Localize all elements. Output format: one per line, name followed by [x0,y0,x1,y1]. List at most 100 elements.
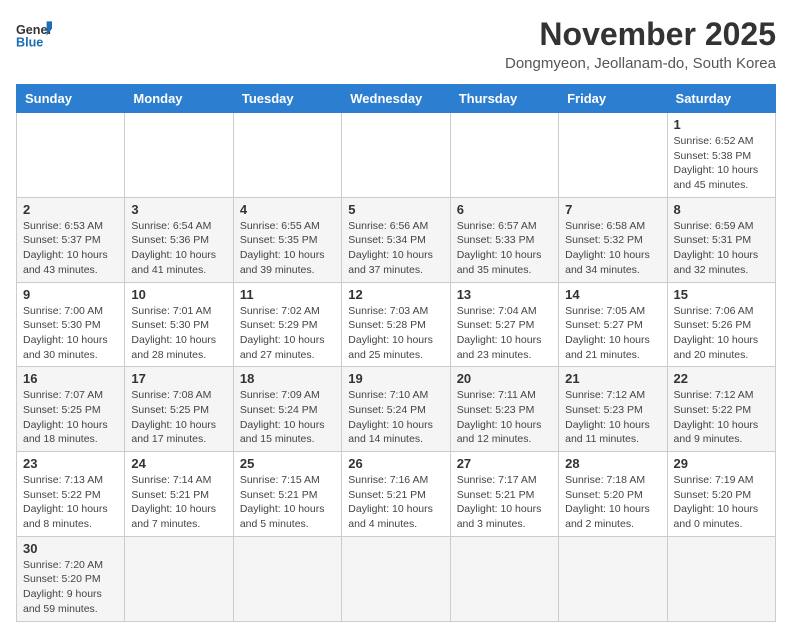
day-info: Sunrise: 7:05 AM Sunset: 5:27 PM Dayligh… [565,304,660,363]
table-row [342,536,450,621]
day-number: 22 [674,371,769,386]
day-number: 13 [457,287,552,302]
table-row: 22 Sunrise: 7:12 AM Sunset: 5:22 PM Dayli… [667,367,775,452]
table-row: 7Sunrise: 6:58 AM Sunset: 5:32 PM Daylig… [559,197,667,282]
table-row: 13 Sunrise: 7:04 AM Sunset: 5:27 PM Dayli… [450,282,558,367]
table-row: 27 Sunrise: 7:17 AM Sunset: 5:21 PM Dayli… [450,452,558,537]
day-info: Sunrise: 7:03 AM Sunset: 5:28 PM Dayligh… [348,304,443,363]
page-header: General Blue November 2025 Dongmyeon, Je… [16,16,776,72]
day-info: Sunrise: 7:17 AM Sunset: 5:21 PM Dayligh… [457,473,552,532]
table-row [342,113,450,198]
day-info: Sunrise: 6:56 AM Sunset: 5:34 PM Dayligh… [348,219,443,278]
table-row [125,536,233,621]
day-info: Sunrise: 7:14 AM Sunset: 5:21 PM Dayligh… [131,473,226,532]
table-row [233,113,341,198]
month-title: November 2025 [505,16,776,53]
day-number: 5 [348,202,443,217]
day-info: Sunrise: 6:55 AM Sunset: 5:35 PM Dayligh… [240,219,335,278]
day-number: 1 [674,117,769,132]
table-row [450,536,558,621]
day-info: Sunrise: 7:12 AM Sunset: 5:23 PM Dayligh… [565,388,660,447]
col-saturday: Saturday [667,85,775,113]
day-number: 12 [348,287,443,302]
table-row: 29Sunrise: 7:19 AM Sunset: 5:20 PM Dayli… [667,452,775,537]
day-number: 20 [457,371,552,386]
table-row: 25Sunrise: 7:15 AM Sunset: 5:21 PM Dayli… [233,452,341,537]
day-info: Sunrise: 6:52 AM Sunset: 5:38 PM Dayligh… [674,134,769,193]
day-info: Sunrise: 7:15 AM Sunset: 5:21 PM Dayligh… [240,473,335,532]
day-info: Sunrise: 7:19 AM Sunset: 5:20 PM Dayligh… [674,473,769,532]
day-info: Sunrise: 7:20 AM Sunset: 5:20 PM Dayligh… [23,558,118,617]
table-row: 24 Sunrise: 7:14 AM Sunset: 5:21 PM Dayli… [125,452,233,537]
table-row: 28Sunrise: 7:18 AM Sunset: 5:20 PM Dayli… [559,452,667,537]
day-number: 16 [23,371,118,386]
table-row: 20 Sunrise: 7:11 AM Sunset: 5:23 PM Dayli… [450,367,558,452]
logo-icon: General Blue [16,16,52,52]
table-row: 6Sunrise: 6:57 AM Sunset: 5:33 PM Daylig… [450,197,558,282]
table-row: 9 Sunrise: 7:00 AM Sunset: 5:30 PM Daylig… [17,282,125,367]
day-info: Sunrise: 7:13 AM Sunset: 5:22 PM Dayligh… [23,473,118,532]
day-info: Sunrise: 6:59 AM Sunset: 5:31 PM Dayligh… [674,219,769,278]
day-number: 17 [131,371,226,386]
table-row: 1 Sunrise: 6:52 AM Sunset: 5:38 PM Daylig… [667,113,775,198]
day-info: Sunrise: 7:16 AM Sunset: 5:21 PM Dayligh… [348,473,443,532]
day-info: Sunrise: 7:10 AM Sunset: 5:24 PM Dayligh… [348,388,443,447]
day-number: 23 [23,456,118,471]
table-row: 18 Sunrise: 7:09 AM Sunset: 5:24 PM Dayli… [233,367,341,452]
day-info: Sunrise: 6:54 AM Sunset: 5:36 PM Dayligh… [131,219,226,278]
col-thursday: Thursday [450,85,558,113]
table-row [17,113,125,198]
day-number: 19 [348,371,443,386]
table-row [559,113,667,198]
day-number: 3 [131,202,226,217]
table-row [559,536,667,621]
table-row [667,536,775,621]
table-row: 15Sunrise: 7:06 AM Sunset: 5:26 PM Dayli… [667,282,775,367]
day-number: 2 [23,202,118,217]
day-number: 30 [23,541,118,556]
svg-text:Blue: Blue [16,36,43,50]
day-number: 18 [240,371,335,386]
day-number: 9 [23,287,118,302]
table-row: 14Sunrise: 7:05 AM Sunset: 5:27 PM Dayli… [559,282,667,367]
day-info: Sunrise: 7:09 AM Sunset: 5:24 PM Dayligh… [240,388,335,447]
table-row [125,113,233,198]
calendar-table: Sunday Monday Tuesday Wednesday Thursday… [16,84,776,622]
col-tuesday: Tuesday [233,85,341,113]
day-info: Sunrise: 7:00 AM Sunset: 5:30 PM Dayligh… [23,304,118,363]
calendar-week-row: 30 Sunrise: 7:20 AM Sunset: 5:20 PM Dayli… [17,536,776,621]
day-number: 28 [565,456,660,471]
col-monday: Monday [125,85,233,113]
title-area: November 2025 Dongmyeon, Jeollanam-do, S… [505,16,776,72]
day-number: 15 [674,287,769,302]
table-row: 10 Sunrise: 7:01 AM Sunset: 5:30 PM Dayli… [125,282,233,367]
table-row: 19 Sunrise: 7:10 AM Sunset: 5:24 PM Dayli… [342,367,450,452]
day-number: 27 [457,456,552,471]
table-row: 17Sunrise: 7:08 AM Sunset: 5:25 PM Dayli… [125,367,233,452]
table-row: 2 Sunrise: 6:53 AM Sunset: 5:37 PM Daylig… [17,197,125,282]
day-info: Sunrise: 7:07 AM Sunset: 5:25 PM Dayligh… [23,388,118,447]
day-info: Sunrise: 7:12 AM Sunset: 5:22 PM Dayligh… [674,388,769,447]
day-number: 10 [131,287,226,302]
day-info: Sunrise: 7:02 AM Sunset: 5:29 PM Dayligh… [240,304,335,363]
table-row: 30 Sunrise: 7:20 AM Sunset: 5:20 PM Dayli… [17,536,125,621]
calendar-week-row: 9 Sunrise: 7:00 AM Sunset: 5:30 PM Daylig… [17,282,776,367]
day-number: 11 [240,287,335,302]
day-number: 6 [457,202,552,217]
logo: General Blue [16,16,54,52]
day-number: 24 [131,456,226,471]
location-subtitle: Dongmyeon, Jeollanam-do, South Korea [505,55,776,72]
day-info: Sunrise: 7:11 AM Sunset: 5:23 PM Dayligh… [457,388,552,447]
day-number: 21 [565,371,660,386]
table-row [450,113,558,198]
table-row: 4Sunrise: 6:55 AM Sunset: 5:35 PM Daylig… [233,197,341,282]
table-row: 3 Sunrise: 6:54 AM Sunset: 5:36 PM Daylig… [125,197,233,282]
table-row: 11 Sunrise: 7:02 AM Sunset: 5:29 PM Dayli… [233,282,341,367]
day-info: Sunrise: 7:04 AM Sunset: 5:27 PM Dayligh… [457,304,552,363]
calendar-week-row: 1 Sunrise: 6:52 AM Sunset: 5:38 PM Daylig… [17,113,776,198]
calendar-week-row: 16 Sunrise: 7:07 AM Sunset: 5:25 PM Dayli… [17,367,776,452]
day-info: Sunrise: 6:53 AM Sunset: 5:37 PM Dayligh… [23,219,118,278]
table-row: 8Sunrise: 6:59 AM Sunset: 5:31 PM Daylig… [667,197,775,282]
day-info: Sunrise: 7:01 AM Sunset: 5:30 PM Dayligh… [131,304,226,363]
day-number: 26 [348,456,443,471]
